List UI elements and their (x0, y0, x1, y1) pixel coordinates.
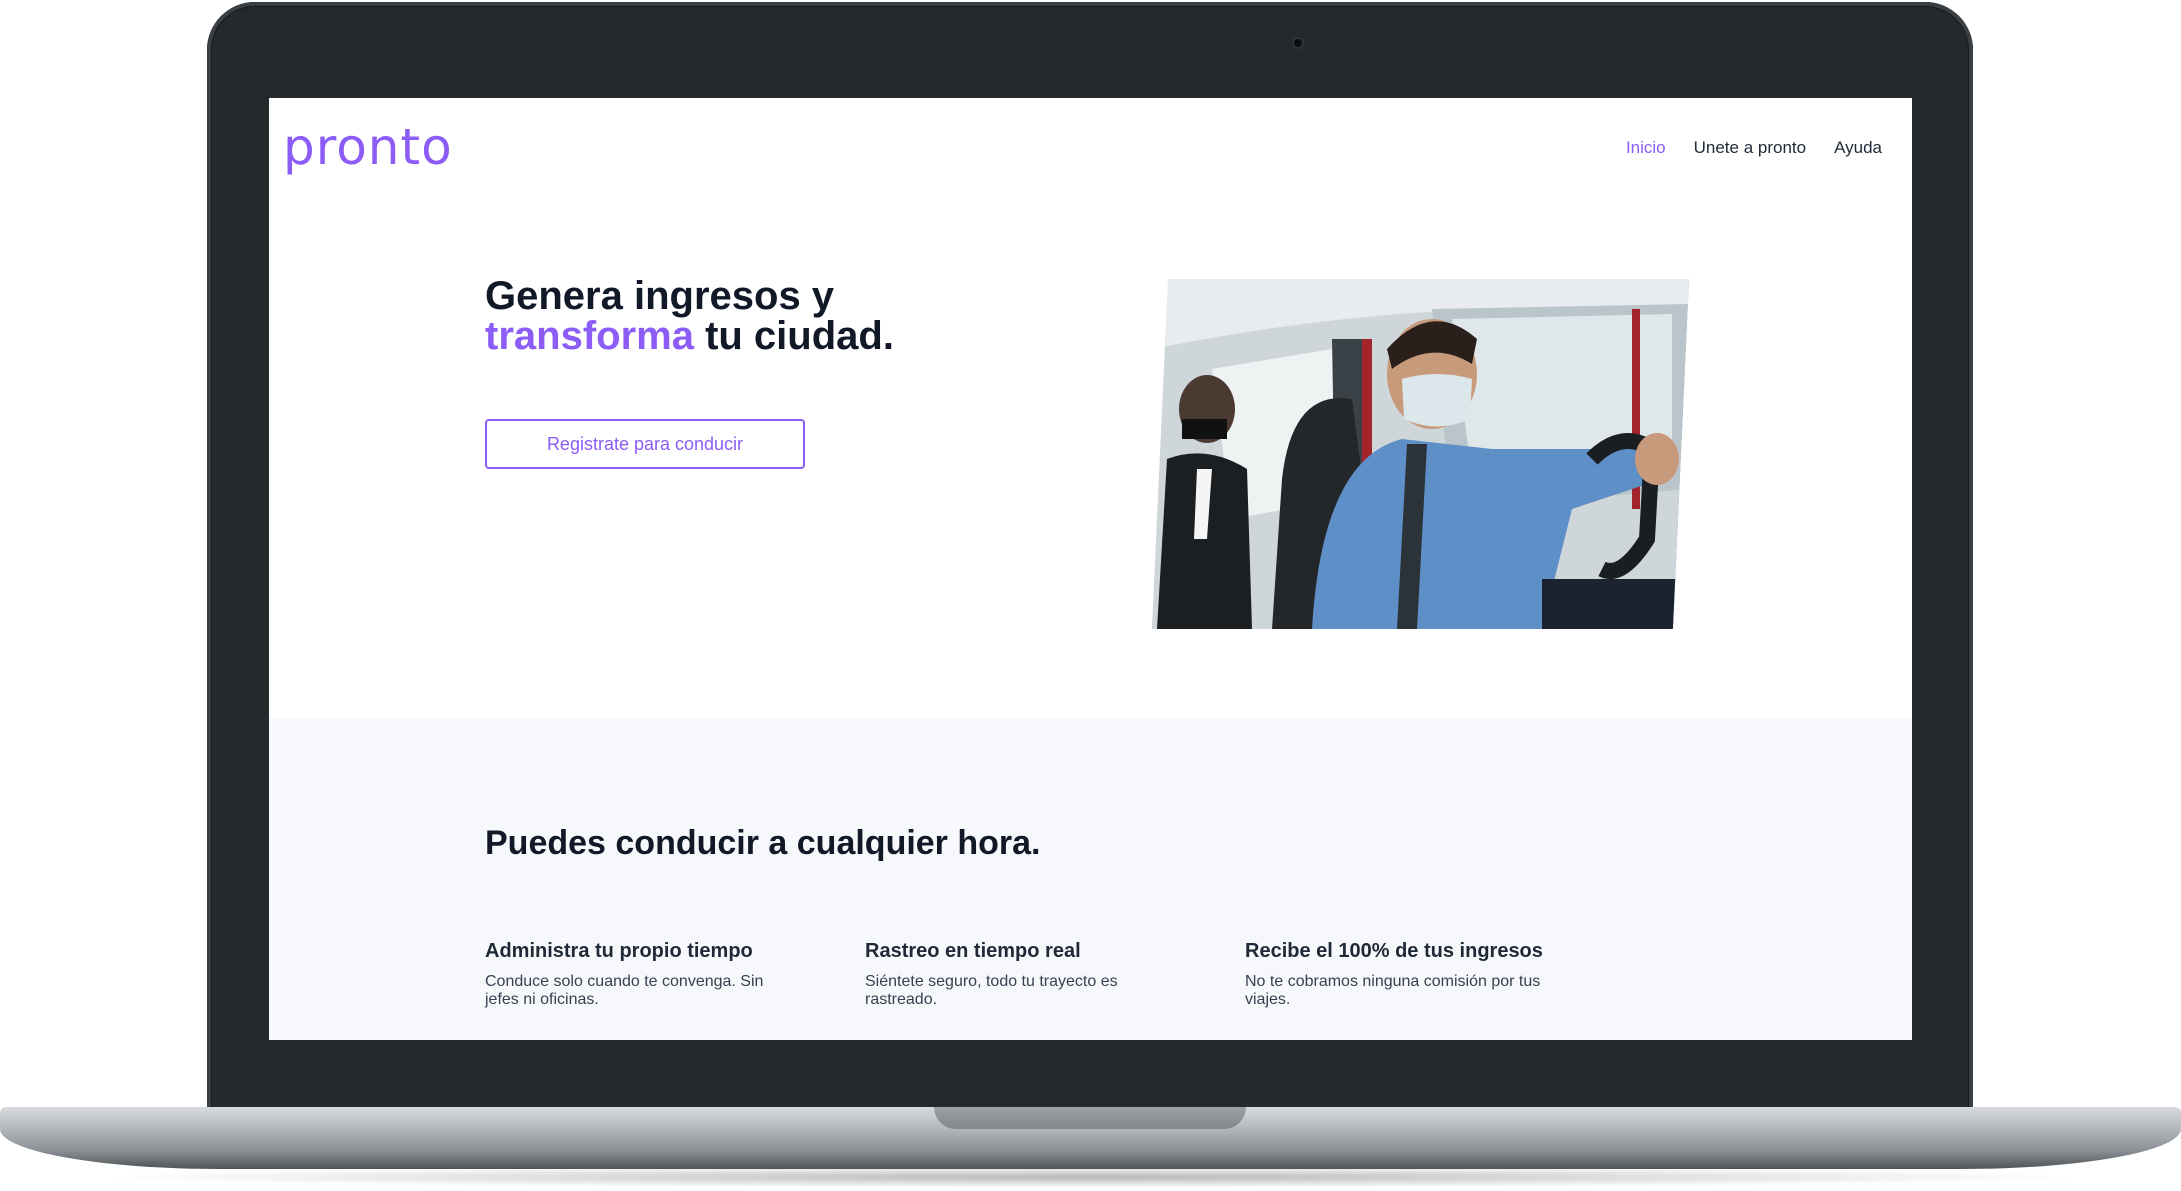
nav-item-unete[interactable]: Unete a pronto (1694, 138, 1806, 158)
feature-text: No te cobramos ninguna comisión por tus … (1245, 973, 1541, 1008)
nav-item-inicio[interactable]: Inicio (1626, 138, 1666, 158)
feature-card-ingresos: Recibe el 100% de tus ingresos No te cob… (1245, 940, 1555, 1009)
hero-title-part1: Genera ingresos y (485, 274, 835, 318)
nav-item-ayuda[interactable]: Ayuda (1834, 138, 1882, 158)
pronto-logo[interactable]: pronto (283, 118, 453, 176)
driver-with-mask-photo-icon (1152, 279, 1689, 629)
feature-card-rastreo: Rastreo en tiempo real Siéntete seguro, … (865, 940, 1175, 1009)
feature-heading: Recibe el 100% de tus ingresos (1245, 940, 1543, 962)
top-navigation: pronto Inicio Unete a pronto Ayuda (269, 98, 1912, 198)
browser-viewport: pronto Inicio Unete a pronto Ayuda Gener… (269, 98, 1912, 1040)
laptop-notch (934, 1107, 1246, 1129)
feature-heading: Administra tu propio tiempo (485, 940, 753, 962)
laptop-shadow (90, 1166, 2090, 1188)
hero-title: Genera ingresos y transforma tu ciudad. (485, 276, 905, 356)
feature-text: Conduce solo cuando te convenga. Sin jef… (485, 973, 764, 1008)
camera-icon (1294, 39, 1302, 47)
hero-title-accent: transforma (485, 314, 694, 358)
features-title: Puedes conducir a cualquier hora. (485, 824, 1041, 862)
feature-text: Siéntete seguro, todo tu trayecto es ras… (865, 973, 1118, 1008)
register-driver-button[interactable]: Registrate para conducir (485, 419, 805, 469)
hero-title-part2: tu ciudad. (693, 314, 894, 358)
nav-links: Inicio Unete a pronto Ayuda (1626, 138, 1882, 158)
feature-card-tiempo: Administra tu propio tiempo Conduce solo… (485, 940, 795, 1009)
driver-photo (1152, 279, 1689, 629)
feature-heading: Rastreo en tiempo real (865, 940, 1081, 962)
